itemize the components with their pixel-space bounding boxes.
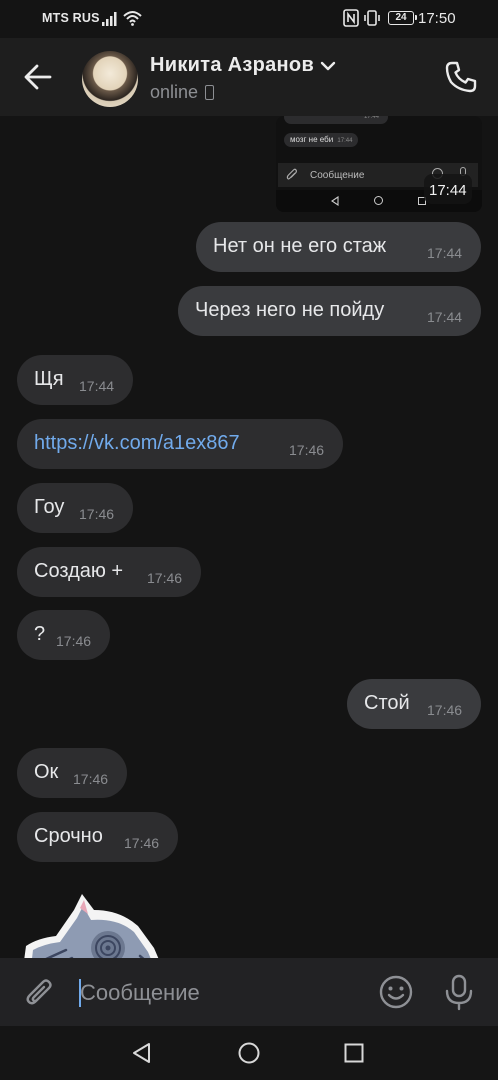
mobile-icon bbox=[205, 85, 215, 100]
message-input[interactable]: Сообщение bbox=[80, 980, 200, 1006]
paperclip-icon[interactable] bbox=[22, 974, 58, 1010]
nav-recent-icon[interactable] bbox=[344, 1043, 364, 1063]
message-bubble-incoming[interactable]: Щя 17:44 bbox=[17, 355, 133, 405]
chevron-down-icon bbox=[320, 61, 336, 70]
message-bubble-incoming[interactable]: Гоу 17:46 bbox=[17, 483, 133, 533]
nav-back-icon[interactable] bbox=[131, 1042, 153, 1064]
message-time: 17:46 bbox=[124, 835, 160, 851]
message-time: 17:44 bbox=[79, 378, 115, 394]
message-bubble-outgoing[interactable]: Стой 17:46 bbox=[347, 679, 481, 729]
contact-status: online bbox=[150, 82, 215, 103]
message-time: 17:46 bbox=[73, 771, 109, 787]
message-text: Нет он не его стаж bbox=[213, 235, 387, 257]
message-list[interactable]: 17:44 мозг не еби 17:44 Сообщение 17:44 … bbox=[0, 116, 498, 958]
image-timestamp: 17:44 bbox=[424, 174, 472, 204]
message-text: Щя bbox=[34, 368, 64, 390]
message-text: Ок bbox=[34, 761, 59, 783]
message-bubble-outgoing[interactable]: Нет он не его стаж 17:44 bbox=[196, 222, 481, 272]
message-text: Через него не пойду bbox=[195, 299, 385, 321]
message-bubble-incoming[interactable]: Срочно 17:46 bbox=[17, 812, 178, 862]
message-bubble-incoming[interactable]: Ок 17:46 bbox=[17, 748, 127, 798]
nav-back-icon bbox=[331, 196, 339, 206]
message-composer: Сообщение bbox=[0, 958, 498, 1026]
status-bar: MTS RUS 24 17:50 bbox=[0, 0, 498, 38]
message-text: Срочно bbox=[34, 825, 103, 847]
status-clock: 17:50 bbox=[418, 10, 456, 27]
nav-home-icon[interactable] bbox=[238, 1042, 260, 1064]
message-bubble-incoming[interactable]: Создаю + 17:46 bbox=[17, 547, 201, 597]
contact-name: Никита Азранов bbox=[150, 54, 315, 76]
vibrate-icon bbox=[364, 10, 380, 26]
message-bubble-incoming[interactable]: https://vk.com/a1ex867 17:46 bbox=[17, 419, 343, 469]
message-link[interactable]: https://vk.com/a1ex867 bbox=[34, 432, 240, 455]
battery-icon: 24 bbox=[388, 11, 417, 25]
message-time: 17:46 bbox=[79, 506, 115, 522]
status-text: online bbox=[150, 82, 199, 102]
phone-icon[interactable] bbox=[444, 60, 478, 94]
message-text: Гоу bbox=[34, 496, 65, 518]
back-arrow-icon[interactable] bbox=[22, 62, 54, 92]
message-time: 17:44 bbox=[427, 309, 463, 325]
message-text: Стой bbox=[364, 692, 410, 714]
signal-icon bbox=[102, 12, 117, 26]
chat-header: Никита Азранов online bbox=[0, 38, 498, 116]
nav-home-icon bbox=[374, 196, 383, 205]
contact-name-row[interactable]: Никита Азранов bbox=[150, 54, 336, 77]
screenshot-bubble: мозг не еби 17:44 bbox=[284, 133, 359, 147]
message-bubble-outgoing[interactable]: Через него не пойду 17:44 bbox=[178, 286, 481, 336]
message-text: ? bbox=[34, 623, 46, 645]
message-time: 17:46 bbox=[289, 442, 325, 458]
wifi-icon bbox=[123, 11, 142, 26]
message-time: 17:44 bbox=[427, 245, 463, 261]
message-time: 17:46 bbox=[56, 633, 92, 649]
message-time: 17:46 bbox=[147, 570, 183, 586]
screenshot-bubble: 17:44 bbox=[284, 116, 388, 124]
message-time: 17:46 bbox=[427, 702, 463, 718]
message-text: Создаю + bbox=[34, 560, 124, 582]
carrier-label: MTS RUS bbox=[42, 11, 100, 25]
nfc-icon bbox=[343, 9, 359, 27]
message-bubble-incoming[interactable]: ? 17:46 bbox=[17, 610, 110, 660]
cat-sticker[interactable] bbox=[20, 886, 170, 958]
paperclip-icon bbox=[286, 168, 297, 180]
system-navbar bbox=[0, 1026, 498, 1080]
smile-icon[interactable] bbox=[378, 974, 414, 1010]
microphone-icon[interactable] bbox=[443, 973, 475, 1011]
avatar[interactable] bbox=[82, 51, 138, 107]
